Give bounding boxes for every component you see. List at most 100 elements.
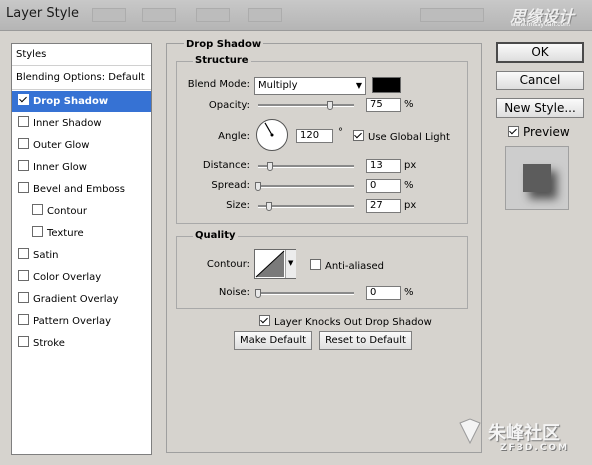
sidebar-item-label: Inner Shadow bbox=[33, 118, 102, 129]
noise-slider-thumb[interactable] bbox=[255, 289, 261, 298]
use-global-light-checkbox[interactable] bbox=[353, 130, 364, 141]
blend-mode-select[interactable]: Multiply ▼ bbox=[254, 77, 366, 95]
titlebar-ghost-control bbox=[420, 8, 484, 22]
contour-picker[interactable]: ▼ bbox=[254, 249, 296, 279]
sidebar-item-gradient-overlay[interactable]: Gradient Overlay bbox=[12, 289, 151, 310]
preview-square bbox=[523, 164, 551, 192]
angle-input[interactable]: 120 bbox=[296, 129, 333, 143]
size-unit: px bbox=[404, 200, 417, 211]
spread-slider[interactable] bbox=[258, 185, 354, 188]
sidebar-item-label: Stroke bbox=[33, 338, 65, 349]
sidebar-item-drop-shadow[interactable]: Drop Shadow bbox=[12, 91, 151, 112]
contour-checkbox[interactable] bbox=[32, 204, 43, 215]
size-slider-thumb[interactable] bbox=[265, 202, 272, 211]
new-style-button[interactable]: New Style... bbox=[496, 98, 584, 118]
distance-unit: px bbox=[404, 160, 417, 171]
spread-input[interactable]: 0 bbox=[366, 179, 401, 193]
preview-label: Preview bbox=[523, 125, 570, 139]
distance-label: Distance: bbox=[202, 160, 250, 171]
layer-knocks-out-label: Layer Knocks Out Drop Shadow bbox=[274, 317, 432, 328]
anti-aliased-label: Anti-aliased bbox=[325, 261, 385, 272]
spread-label: Spread: bbox=[211, 180, 250, 191]
inner-glow-checkbox[interactable] bbox=[18, 160, 29, 171]
outer-glow-checkbox[interactable] bbox=[18, 138, 29, 149]
size-slider[interactable] bbox=[258, 205, 354, 208]
reset-to-default-button[interactable]: Reset to Default bbox=[319, 331, 412, 350]
spread-unit: % bbox=[404, 180, 414, 191]
window-title: Layer Style bbox=[6, 6, 80, 21]
chevron-down-icon: ▼ bbox=[355, 81, 362, 90]
size-input[interactable]: 27 bbox=[366, 199, 401, 213]
color-overlay-checkbox[interactable] bbox=[18, 270, 29, 281]
sidebar-item-contour[interactable]: Contour bbox=[12, 201, 151, 222]
angle-dial[interactable] bbox=[255, 118, 289, 152]
size-label: Size: bbox=[226, 200, 250, 211]
sidebar-item-stroke[interactable]: Stroke bbox=[12, 333, 151, 354]
sidebar-item-label: Color Overlay bbox=[33, 272, 102, 283]
layer-knocks-out-toggle[interactable]: Layer Knocks Out Drop Shadow bbox=[259, 315, 432, 328]
watermark-url-bottom: ZF3D.COM bbox=[500, 443, 570, 453]
drop-shadow-checkbox[interactable] bbox=[18, 94, 29, 105]
sidebar-item-label: Outer Glow bbox=[33, 140, 90, 151]
noise-input[interactable]: 0 bbox=[366, 286, 401, 300]
styles-header[interactable]: Styles bbox=[12, 44, 151, 66]
titlebar-ghost-control bbox=[142, 8, 176, 22]
drop-shadow-title: Drop Shadow bbox=[184, 39, 264, 50]
opacity-input[interactable]: 75 bbox=[366, 98, 401, 112]
use-global-light-label: Use Global Light bbox=[368, 132, 450, 143]
sidebar-item-bevel-and-emboss[interactable]: Bevel and Emboss bbox=[12, 179, 151, 200]
sidebar-item-inner-shadow[interactable]: Inner Shadow bbox=[12, 113, 151, 134]
opacity-unit: % bbox=[404, 99, 414, 110]
gradient-overlay-checkbox[interactable] bbox=[18, 292, 29, 303]
ok-button[interactable]: OK bbox=[496, 42, 584, 63]
noise-slider[interactable] bbox=[258, 292, 354, 295]
angle-dial-icon bbox=[256, 119, 288, 151]
use-global-light-toggle[interactable]: Use Global Light bbox=[353, 130, 450, 143]
sidebar-item-blending-options[interactable]: Blending Options: Default bbox=[12, 66, 151, 90]
structure-title: Structure bbox=[193, 55, 251, 66]
angle-unit: ° bbox=[338, 127, 343, 138]
sidebar-item-satin[interactable]: Satin bbox=[12, 245, 151, 266]
noise-unit: % bbox=[404, 287, 414, 298]
contour-curve-icon bbox=[255, 250, 285, 278]
texture-checkbox[interactable] bbox=[32, 226, 43, 237]
satin-checkbox[interactable] bbox=[18, 248, 29, 259]
titlebar-ghost-control bbox=[196, 8, 230, 22]
opacity-label: Opacity: bbox=[208, 100, 250, 111]
watermark-logo-icon bbox=[459, 418, 481, 445]
sidebar-item-label: Pattern Overlay bbox=[33, 316, 112, 327]
noise-label: Noise: bbox=[218, 287, 250, 298]
sidebar-item-color-overlay[interactable]: Color Overlay bbox=[12, 267, 151, 288]
watermark-url-top: www.missyuan.com bbox=[510, 21, 570, 28]
sidebar-item-pattern-overlay[interactable]: Pattern Overlay bbox=[12, 311, 151, 332]
inner-shadow-checkbox[interactable] bbox=[18, 116, 29, 127]
spread-slider-thumb[interactable] bbox=[255, 182, 261, 191]
angle-label: Angle: bbox=[218, 131, 250, 142]
preview-checkbox[interactable] bbox=[508, 126, 519, 137]
opacity-slider[interactable] bbox=[258, 104, 354, 107]
sidebar-item-inner-glow[interactable]: Inner Glow bbox=[12, 157, 151, 178]
bevel-and-emboss-checkbox[interactable] bbox=[18, 182, 29, 193]
sidebar-item-outer-glow[interactable]: Outer Glow bbox=[12, 135, 151, 156]
anti-aliased-toggle[interactable]: Anti-aliased bbox=[310, 259, 384, 272]
quality-title: Quality bbox=[193, 230, 238, 241]
contour-dropdown-button[interactable]: ▼ bbox=[285, 250, 296, 278]
stroke-checkbox[interactable] bbox=[18, 336, 29, 347]
anti-aliased-checkbox[interactable] bbox=[310, 259, 321, 270]
contour-label: Contour: bbox=[206, 259, 250, 270]
pattern-overlay-checkbox[interactable] bbox=[18, 314, 29, 325]
title-bar bbox=[0, 0, 592, 31]
opacity-slider-thumb[interactable] bbox=[327, 101, 333, 110]
sidebar-item-label: Contour bbox=[47, 206, 87, 217]
styles-list: Styles Blending Options: Default Drop Sh… bbox=[11, 43, 152, 455]
cancel-button[interactable]: Cancel bbox=[496, 71, 584, 90]
sidebar-item-label: Bevel and Emboss bbox=[33, 184, 125, 195]
distance-input[interactable]: 13 bbox=[366, 159, 401, 173]
shadow-color-swatch[interactable] bbox=[372, 77, 401, 93]
sidebar-item-texture[interactable]: Texture bbox=[12, 223, 151, 244]
chevron-down-icon: ▼ bbox=[288, 259, 294, 267]
layer-knocks-out-checkbox[interactable] bbox=[259, 315, 270, 326]
preview-toggle[interactable]: Preview bbox=[508, 125, 570, 139]
make-default-button[interactable]: Make Default bbox=[234, 331, 312, 350]
quality-group bbox=[176, 236, 468, 309]
